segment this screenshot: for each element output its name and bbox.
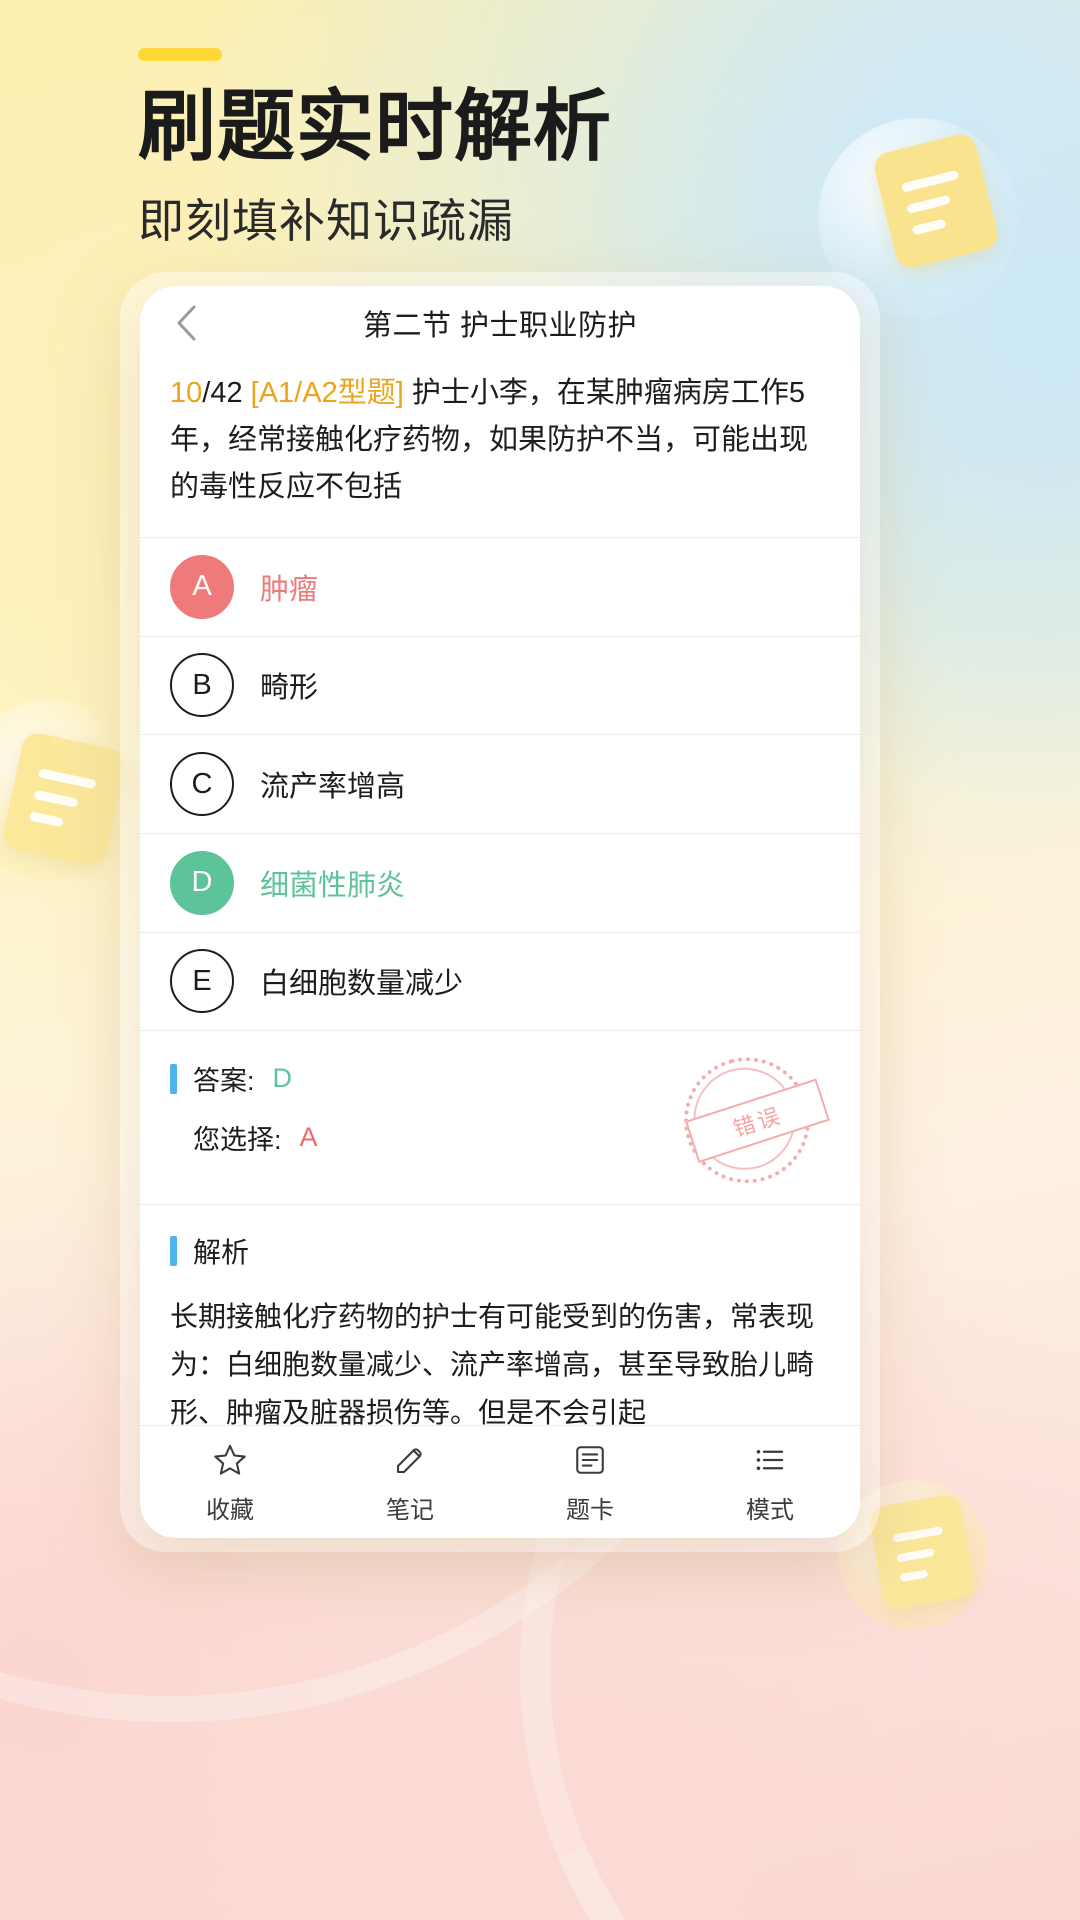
chevron-left-icon bbox=[177, 305, 196, 341]
question-total: /42 bbox=[202, 377, 243, 409]
option-label-b: 畸形 bbox=[260, 672, 319, 705]
option-label-a: 肿瘤 bbox=[260, 573, 319, 606]
promo-headline: 刷题实时解析 即刻填补知识疏漏 bbox=[138, 48, 938, 251]
correct-answer-value: D bbox=[272, 1063, 293, 1094]
explanation-accent-bar bbox=[170, 1236, 177, 1267]
tab-mode[interactable]: 模式 bbox=[680, 1440, 860, 1525]
tab-favorite-label: 收藏 bbox=[206, 1496, 254, 1524]
option-row-a[interactable]: A 肿瘤 bbox=[140, 538, 860, 637]
explanation-block: 解析 长期接触化疗药物的护士有可能受到的伤害，常表现为：白细胞数量减少、流产率增… bbox=[140, 1205, 860, 1425]
option-row-c[interactable]: C 流产率增高 bbox=[140, 735, 860, 834]
question-type-tag: [A1/A2型题] bbox=[250, 377, 404, 409]
wrong-answer-stamp: 错误 bbox=[655, 1032, 839, 1197]
tab-question-card[interactable]: 题卡 bbox=[500, 1440, 680, 1525]
headline-accent-bar bbox=[138, 48, 222, 61]
option-badge-e: E bbox=[170, 949, 234, 1014]
correct-answer-label: 答案: bbox=[193, 1066, 255, 1097]
explanation-header: 解析 bbox=[170, 1231, 830, 1271]
option-row-d[interactable]: D 细菌性肺炎 bbox=[140, 834, 860, 933]
cardlist-icon bbox=[570, 1440, 610, 1480]
chosen-answer-value: A bbox=[299, 1122, 318, 1153]
page-title: 第二节 护士职业防护 bbox=[362, 310, 638, 342]
option-badge-a: A bbox=[170, 554, 234, 619]
star-icon bbox=[210, 1440, 250, 1480]
tab-notes-label: 笔记 bbox=[386, 1496, 434, 1524]
option-badge-d: D bbox=[170, 850, 234, 915]
note-card-icon-3 bbox=[867, 1492, 977, 1612]
option-row-b[interactable]: B 畸形 bbox=[140, 637, 860, 736]
stamp-text: 错误 bbox=[730, 1102, 786, 1143]
tab-notes[interactable]: 笔记 bbox=[320, 1440, 500, 1525]
promo-title: 刷题实时解析 bbox=[138, 82, 613, 170]
option-label-c: 流产率增高 bbox=[260, 771, 406, 804]
tab-mode-label: 模式 bbox=[746, 1496, 794, 1524]
option-row-e[interactable]: E 白细胞数量减少 bbox=[140, 933, 860, 1032]
tab-favorite[interactable]: 收藏 bbox=[140, 1440, 320, 1525]
question-index: 10 bbox=[170, 377, 203, 409]
back-button[interactable] bbox=[164, 301, 208, 345]
menu-icon bbox=[750, 1440, 790, 1480]
question-text: 10/42 [A1/A2型题] 护士小李，在某肿瘤病房工作5年，经常接触化疗药物… bbox=[170, 370, 830, 511]
section-accent-bar bbox=[170, 1063, 177, 1094]
app-navigation-bar: 第二节 护士职业防护 bbox=[140, 286, 860, 360]
promo-subtitle: 即刻填补知识疏漏 bbox=[138, 194, 514, 247]
option-badge-b: B bbox=[170, 653, 234, 718]
explanation-body: 长期接触化疗药物的护士有可能受到的伤害，常表现为：白细胞数量减少、流产率增高，甚… bbox=[170, 1301, 815, 1425]
option-label-e: 白细胞数量减少 bbox=[260, 968, 464, 1001]
chosen-answer-label: 您选择: bbox=[193, 1125, 282, 1156]
tab-question-card-label: 题卡 bbox=[566, 1496, 614, 1524]
pencil-icon bbox=[390, 1440, 430, 1480]
question-block: 10/42 [A1/A2型题] 护士小李，在某肿瘤病房工作5年，经常接触化疗药物… bbox=[140, 360, 860, 538]
phone-screen: 第二节 护士职业防护 10/42 [A1/A2型题] 护士小李，在某肿瘤病房工作… bbox=[140, 286, 860, 1538]
answer-block: 答案: D 您选择: A 错误 bbox=[140, 1031, 860, 1206]
option-label-d: 细菌性肺炎 bbox=[260, 869, 406, 902]
explanation-title: 解析 bbox=[193, 1237, 250, 1269]
bottom-tab-bar: 收藏 笔记 题卡 模式 bbox=[140, 1425, 860, 1538]
option-badge-c: C bbox=[170, 752, 234, 817]
